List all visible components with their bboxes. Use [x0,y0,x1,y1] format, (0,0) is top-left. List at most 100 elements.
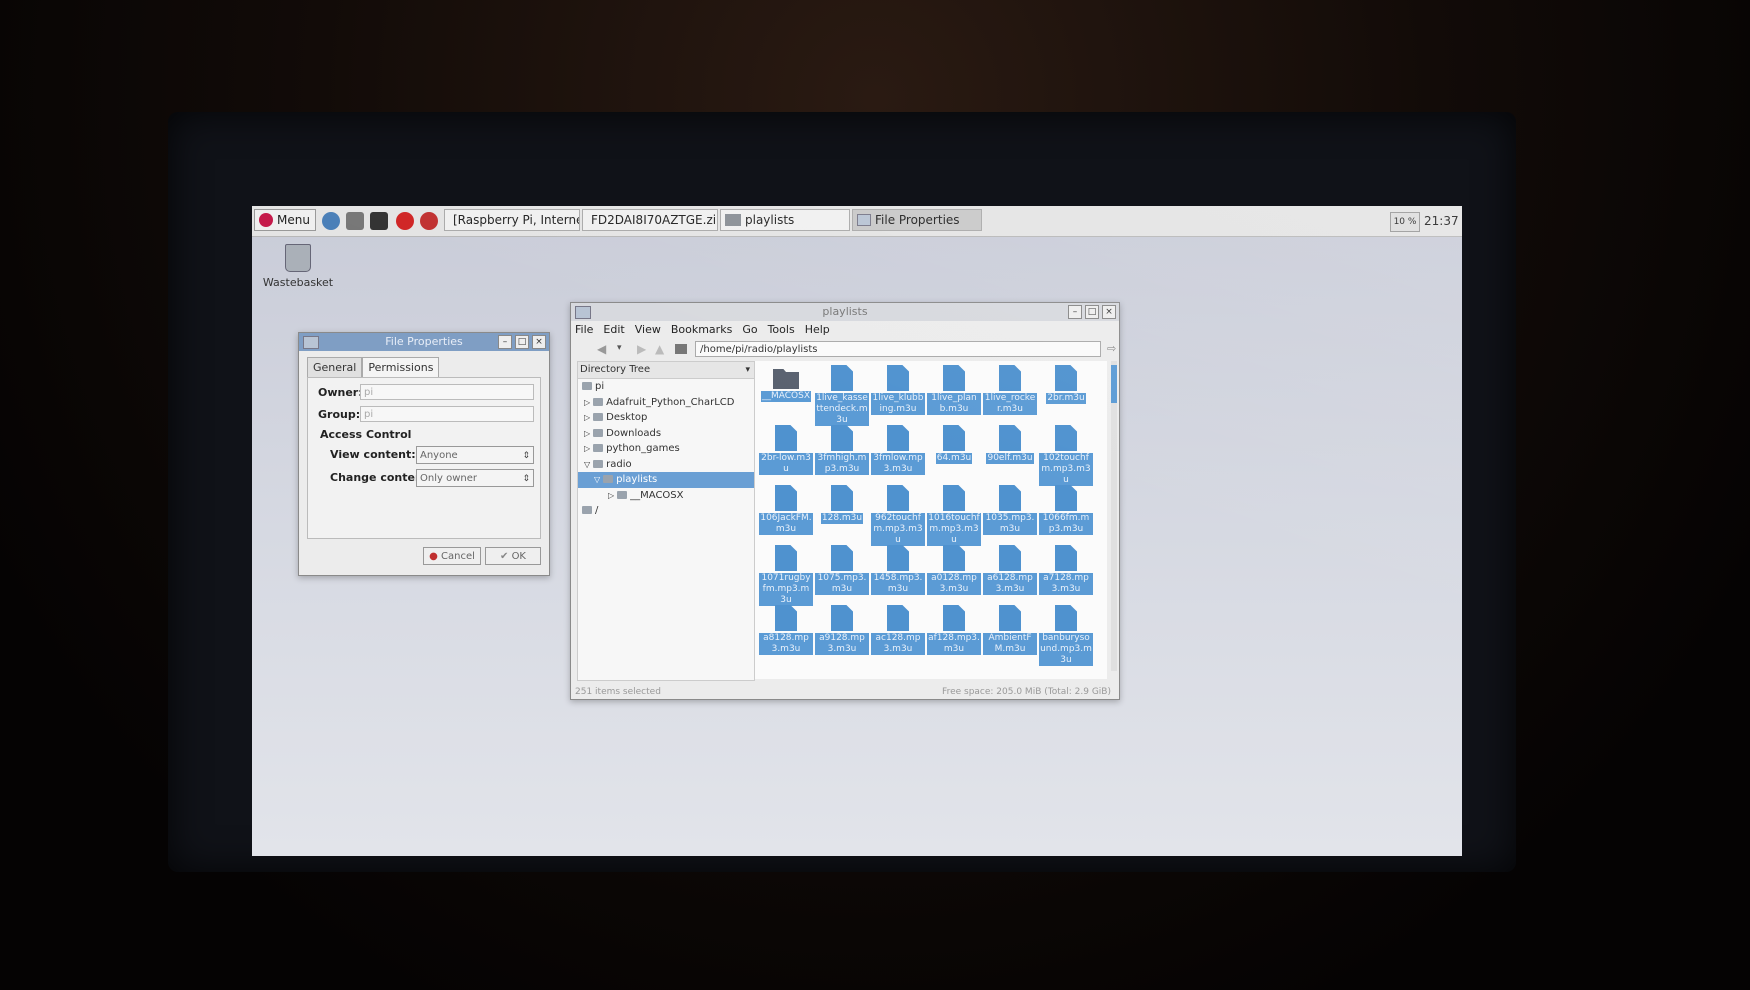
maximize-button[interactable]: □ [515,335,529,349]
file-item[interactable]: 128.m3u [815,483,869,541]
file-item[interactable]: 1075.mp3.m3u [815,543,869,601]
browser-launcher-icon[interactable] [322,212,340,230]
file-item[interactable]: a0128.mp3.m3u [927,543,981,601]
file-item[interactable]: 1live_klubbing.m3u [871,363,925,421]
menu-view[interactable]: View [635,321,661,339]
select-value: Only owner [420,473,477,484]
expander-icon[interactable]: ▽ [584,460,590,469]
expander-icon[interactable]: ▷ [608,491,614,500]
tree-item-pi[interactable]: pi [578,379,754,395]
file-label: a7128.mp3.m3u [1039,573,1093,595]
dialog-titlebar[interactable]: File Properties – □ × [299,333,549,351]
file-item[interactable]: 64.m3u [927,423,981,481]
file-item[interactable]: ac128.mp3.m3u [871,603,925,661]
file-item[interactable]: 106JackFM.m3u [759,483,813,541]
chevron-down-icon[interactable]: ▾ [745,362,750,378]
task-file-properties[interactable]: File Properties [852,209,982,231]
file-item[interactable]: 2br-low.m3u [759,423,813,481]
view-content-select[interactable]: Anyone ⇕ [416,446,534,464]
file-item[interactable]: 1071rugbyfm.mp3.m3u [759,543,813,606]
file-manager-titlebar[interactable]: playlists – □ × [571,303,1119,321]
terminal-launcher-icon[interactable] [370,212,388,230]
document-icon [831,605,853,631]
file-item[interactable]: a8128.mp3.m3u [759,603,813,661]
home-folder-icon[interactable] [675,344,687,354]
file-item[interactable]: 90elf.m3u [983,423,1037,481]
expander-icon[interactable]: ▷ [584,429,590,438]
menu-file[interactable]: File [575,321,593,339]
path-input[interactable]: /home/pi/radio/playlists [695,341,1101,357]
file-item[interactable]: a7128.mp3.m3u [1039,543,1093,601]
expander-icon[interactable]: ▽ [594,475,600,484]
file-item[interactable]: 1live_planb.m3u [927,363,981,421]
file-item[interactable]: 1035.mp3.m3u [983,483,1037,541]
document-icon [831,425,853,451]
tree-item-downloads[interactable]: ▷ Downloads [578,426,754,442]
file-item[interactable]: 3fmlow.mp3.m3u [871,423,925,481]
expander-icon[interactable]: ▷ [584,398,590,407]
ok-button[interactable]: ✔ OK [485,547,541,565]
clock[interactable]: 21:37 [1424,214,1459,228]
task-zip[interactable]: FD2DAI8I70AZTGE.zi... [582,209,718,231]
file-item[interactable]: 1016touchfm.mp3.m3u [927,483,981,546]
expander-icon[interactable]: ▷ [584,444,590,453]
file-item[interactable]: 1066fm.mp3.m3u [1039,483,1093,541]
file-item[interactable]: 1live_kassettendeck.m3u [815,363,869,426]
file-item[interactable]: af128.mp3.m3u [927,603,981,661]
menu-bookmarks[interactable]: Bookmarks [671,321,732,339]
file-item[interactable]: 2br.m3u [1039,363,1093,421]
file-item[interactable]: 3fmhigh.mp3.m3u [815,423,869,481]
minimize-button[interactable]: – [1068,305,1082,319]
minimize-button[interactable]: – [498,335,512,349]
close-button[interactable]: × [532,335,546,349]
vertical-scrollbar[interactable] [1111,361,1117,671]
tab-general[interactable]: General [307,357,363,378]
menu-tools[interactable]: Tools [768,321,795,339]
history-dropdown-icon[interactable]: ▾ [617,343,622,353]
mathematica-launcher-icon[interactable] [396,212,414,230]
wolfram-launcher-icon[interactable] [420,212,438,230]
tree-item-desktop[interactable]: ▷ Desktop [578,410,754,426]
menu-go[interactable]: Go [742,321,757,339]
tree-item-radio[interactable]: ▽ radio [578,457,754,473]
owner-field[interactable]: pi [360,384,534,400]
cancel-label: Cancel [441,551,475,562]
tree-header[interactable]: Directory Tree ▾ [578,362,754,379]
file-item[interactable]: AmbientFM.m3u [983,603,1037,661]
file-item[interactable]: a6128.mp3.m3u [983,543,1037,601]
task-browser[interactable]: [Raspberry Pi, Interne... [444,209,580,231]
file-item[interactable]: 1live_rocker.m3u [983,363,1037,421]
file-item[interactable]: banburysound.mp3.m3u [1039,603,1093,666]
task-label: FD2DAI8I70AZTGE.zi... [591,213,718,227]
group-field[interactable]: pi [360,406,534,422]
file-manager-launcher-icon[interactable] [346,212,364,230]
forward-arrow-icon[interactable]: ▶ [637,342,646,356]
task-playlists[interactable]: playlists [720,209,850,231]
back-arrow-icon[interactable]: ◀ [597,342,606,356]
scrollbar-thumb[interactable] [1111,365,1117,403]
tree-item-root[interactable]: / [578,503,754,519]
tree-item-adafruit[interactable]: ▷ Adafruit_Python_CharLCD [578,395,754,411]
folder-item[interactable]: __MACOSX [759,363,813,421]
cpu-monitor[interactable]: 10 % [1390,212,1420,232]
menu-help[interactable]: Help [805,321,830,339]
tree-item-python-games[interactable]: ▷ python_games [578,441,754,457]
file-item[interactable]: a9128.mp3.m3u [815,603,869,661]
close-button[interactable]: × [1102,305,1116,319]
change-content-select[interactable]: Only owner ⇕ [416,469,534,487]
go-arrow-icon[interactable]: ⇨ [1107,342,1116,355]
file-item[interactable]: 1458.mp3.m3u [871,543,925,601]
menu-edit[interactable]: Edit [603,321,624,339]
file-item[interactable]: 962touchfm.mp3.m3u [871,483,925,546]
up-arrow-icon[interactable]: ▲ [655,342,664,356]
tree-item-macosx[interactable]: ▷ __MACOSX [578,488,754,504]
cancel-button[interactable]: ● Cancel [423,547,481,565]
expander-icon[interactable]: ▷ [584,413,590,422]
wastebasket-desktop-icon[interactable]: Wastebasket [258,244,338,289]
file-label: 2br-low.m3u [759,453,813,475]
file-item[interactable]: 102touchfm.mp3.m3u [1039,423,1093,486]
maximize-button[interactable]: □ [1085,305,1099,319]
tree-item-playlists[interactable]: ▽ playlists [578,472,754,488]
tab-permissions[interactable]: Permissions [362,357,440,378]
menu-button[interactable]: Menu [254,209,316,231]
